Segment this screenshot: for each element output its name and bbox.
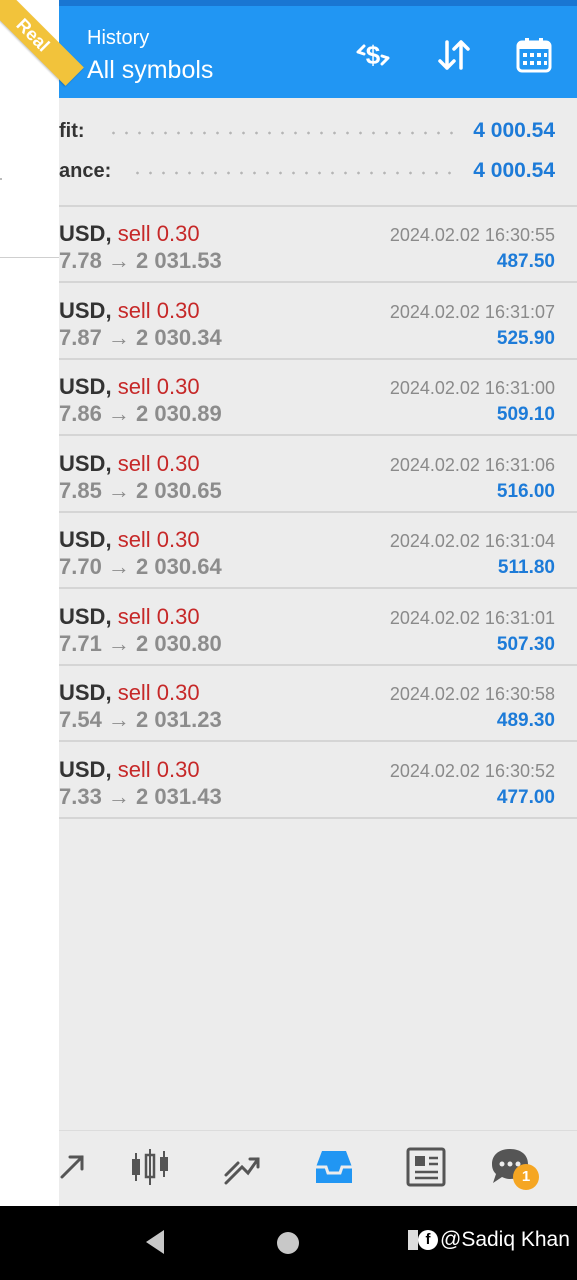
back-icon[interactable] <box>142 1228 168 1256</box>
calendar-icon[interactable] <box>515 36 553 74</box>
deal-row[interactable]: USD, sell 0.30 7.33 → 2 031.43 2024.02.0… <box>59 743 577 819</box>
deal-symbol: USD, <box>59 604 112 629</box>
deal-prices: 7.85 → 2 030.65 <box>59 478 222 503</box>
deal-row[interactable]: USD, sell 0.30 7.71 → 2 030.80 2024.02.0… <box>59 590 577 666</box>
header-subtitle: History <box>87 27 150 49</box>
drawer-tick <box>0 178 2 180</box>
deal-profit: 507.30 <box>496 634 555 655</box>
row-divider <box>59 817 577 819</box>
deal-profit: 511.80 <box>497 557 555 578</box>
balance-label: ance: <box>59 160 112 182</box>
chart-candles-icon[interactable] <box>128 1145 172 1189</box>
row-divider <box>59 740 577 742</box>
deal-prices: 7.86 → 2 030.89 <box>59 401 222 426</box>
deal-symbol-line: USD, sell 0.30 <box>59 680 200 706</box>
deal-symbol-line: USD, sell 0.30 <box>59 374 200 400</box>
balance-value: 4 000.54 <box>473 159 555 182</box>
news-icon[interactable] <box>404 1145 448 1189</box>
deal-row[interactable]: USD, sell 0.30 7.78 → 2 031.53 2024.02.0… <box>59 207 577 283</box>
deal-symbol: USD, <box>59 374 112 399</box>
deal-symbol: USD, <box>59 451 112 476</box>
bottom-navigation: 1 <box>0 1130 577 1207</box>
drawer-divider <box>0 257 59 258</box>
deal-prices: 7.33 → 2 031.43 <box>59 784 222 809</box>
deal-side: sell 0.30 <box>117 680 200 705</box>
deal-time: 2024.02.02 16:31:01 <box>389 608 555 628</box>
deal-symbol-line: USD, sell 0.30 <box>59 757 200 783</box>
facebook-icon: f <box>418 1230 438 1251</box>
balance-row: ance: 4 000.54 <box>59 152 577 192</box>
row-divider <box>59 281 577 283</box>
deal-symbol: USD, <box>59 527 112 552</box>
deal-profit: 509.10 <box>496 404 555 425</box>
deal-time: 2024.02.02 16:30:55 <box>389 225 555 245</box>
deal-symbol-line: USD, sell 0.30 <box>59 298 200 324</box>
row-divider <box>59 434 577 436</box>
deal-profit: 477.00 <box>496 787 555 808</box>
deal-symbol-line: USD, sell 0.30 <box>59 604 200 630</box>
deal-side: sell 0.30 <box>117 527 200 552</box>
deal-row[interactable]: USD, sell 0.30 7.85 → 2 030.65 2024.02.0… <box>59 437 577 513</box>
deal-time: 2024.02.02 16:30:58 <box>389 684 555 704</box>
deal-side: sell 0.30 <box>117 374 200 399</box>
side-drawer-edge <box>0 0 59 1206</box>
symbol-filter[interactable]: All symbols <box>87 56 213 85</box>
deal-prices: 7.71 → 2 030.80 <box>59 631 222 656</box>
deal-symbol: USD, <box>59 298 112 323</box>
deal-time: 2024.02.02 16:31:00 <box>389 378 555 398</box>
deal-profit: 516.00 <box>496 481 555 502</box>
deposit-withdraw-icon[interactable]: $ <box>354 36 392 74</box>
watermark: f @Sadiq Khan <box>408 1228 570 1252</box>
profit-value: 4 000.54 <box>473 119 555 142</box>
watermark-text: @Sadiq Khan <box>440 1228 570 1251</box>
deal-row[interactable]: USD, sell 0.30 7.86 → 2 030.89 2024.02.0… <box>59 360 577 436</box>
chat-unread-badge: 1 <box>513 1164 539 1190</box>
svg-text:$: $ <box>366 40 381 70</box>
deal-row[interactable]: USD, sell 0.30 7.54 → 2 031.23 2024.02.0… <box>59 666 577 742</box>
profit-label: fit: <box>59 120 85 142</box>
account-type-badge: Real <box>0 0 90 90</box>
row-divider <box>59 587 577 589</box>
deal-symbol-line: USD, sell 0.30 <box>59 527 200 553</box>
deal-side: sell 0.30 <box>117 604 200 629</box>
deal-side: sell 0.30 <box>117 451 200 476</box>
deal-symbol: USD, <box>59 221 112 246</box>
deal-side: sell 0.30 <box>117 221 200 246</box>
profit-row: fit: 4 000.54 <box>59 112 577 152</box>
leader-dots <box>131 171 453 175</box>
deal-symbol-line: USD, sell 0.30 <box>59 221 200 247</box>
home-icon[interactable] <box>275 1230 301 1256</box>
real-badge-label: Real <box>0 0 84 86</box>
deal-profit: 487.50 <box>496 251 555 272</box>
history-inbox-icon[interactable] <box>312 1145 356 1189</box>
deal-prices: 7.54 → 2 031.23 <box>59 707 222 732</box>
deal-symbol-line: USD, sell 0.30 <box>59 451 200 477</box>
status-strip <box>59 0 577 6</box>
trade-graph-icon[interactable] <box>220 1145 264 1189</box>
deal-side: sell 0.30 <box>117 757 200 782</box>
deal-time: 2024.02.02 16:30:52 <box>389 761 555 781</box>
deal-prices: 7.78 → 2 031.53 <box>59 248 222 273</box>
deal-prices: 7.87 → 2 030.34 <box>59 325 222 350</box>
deal-prices: 7.70 → 2 030.64 <box>59 554 222 579</box>
sort-icon[interactable] <box>435 36 473 74</box>
deal-side: sell 0.30 <box>117 298 200 323</box>
deal-row[interactable]: USD, sell 0.30 7.70 → 2 030.64 2024.02.0… <box>59 513 577 589</box>
deal-row[interactable]: USD, sell 0.30 7.87 → 2 030.34 2024.02.0… <box>59 284 577 360</box>
deal-symbol: USD, <box>59 680 112 705</box>
deal-time: 2024.02.02 16:31:07 <box>389 302 555 322</box>
recents-icon[interactable] <box>408 1230 418 1251</box>
deal-time: 2024.02.02 16:31:04 <box>389 531 555 551</box>
leader-dots <box>107 131 453 135</box>
deal-profit: 525.90 <box>496 328 555 349</box>
deal-symbol: USD, <box>59 757 112 782</box>
deal-time: 2024.02.02 16:31:06 <box>389 455 555 475</box>
deal-profit: 489.30 <box>496 710 555 731</box>
app-header: History All symbols $ <box>59 0 577 98</box>
